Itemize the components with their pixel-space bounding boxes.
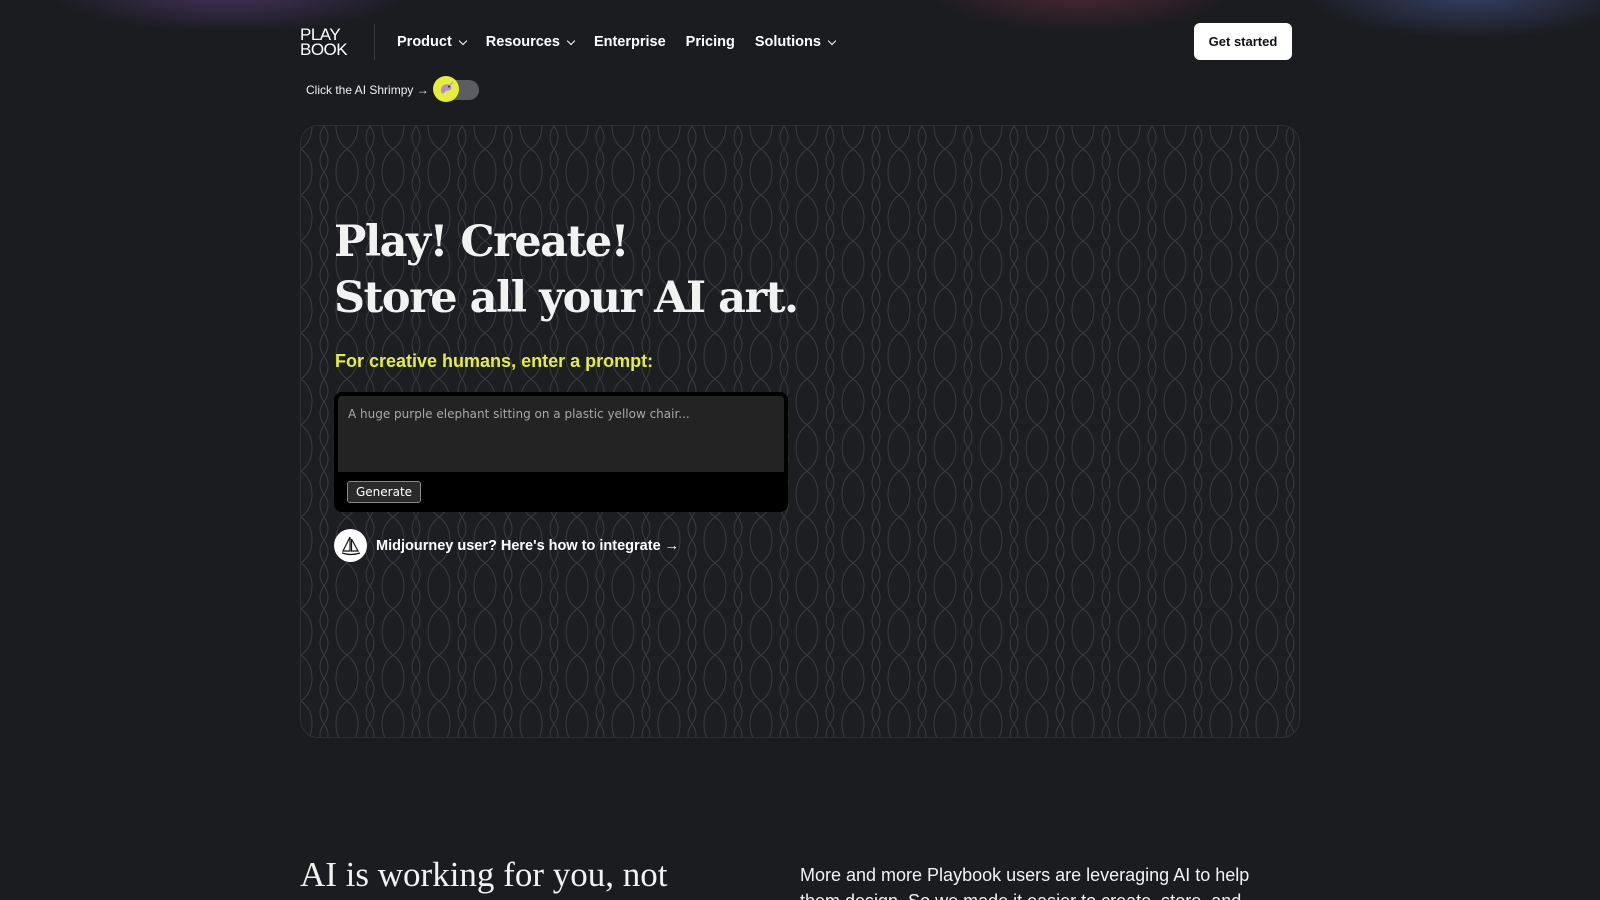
- nav-item-pricing[interactable]: Pricing: [686, 34, 735, 50]
- section-paragraph: More and more Playbook users are leverag…: [800, 865, 1250, 900]
- midjourney-link-text: Midjourney user? Here's how to integrate…: [376, 537, 680, 554]
- generate-button[interactable]: Generate: [347, 481, 422, 503]
- shrimpy-label: Click the AI Shrimpy →: [306, 83, 429, 97]
- hero-title-line-1: Play! Create!: [334, 217, 630, 267]
- nav-item-label: Solutions: [754, 34, 821, 50]
- nav-item-resources[interactable]: Resources: [485, 34, 576, 50]
- nav-item-enterprise[interactable]: Enterprise: [594, 34, 666, 50]
- chevron-down-icon: [827, 36, 837, 45]
- prompt-label: For creative humans, enter a prompt:: [335, 351, 654, 371]
- prompt-box: Generate: [334, 392, 788, 512]
- shrimp-icon: [432, 76, 459, 102]
- get-started-button[interactable]: Get started: [1194, 23, 1292, 60]
- page: PLAY BOOK Product Resources Enterprise P…: [0, 0, 1600, 900]
- nav-item-label: Pricing: [685, 34, 735, 50]
- nav-item-label: Resources: [485, 34, 560, 50]
- nav-item-product[interactable]: Product: [397, 34, 468, 50]
- logo-line-2: BOOK: [300, 40, 348, 59]
- shrimpy-toggle[interactable]: [432, 76, 479, 102]
- hero-section: Play! Create! Store all your AI art. For…: [300, 125, 1300, 738]
- section-heading: AI is working for you, not: [300, 855, 668, 894]
- prompt-input[interactable]: [338, 396, 784, 472]
- midjourney-sailboat-icon: [334, 529, 367, 562]
- hero-title: Play! Create! Store all your AI art.: [334, 214, 799, 326]
- nav-item-label: Enterprise: [593, 34, 666, 50]
- chevron-down-icon: [458, 36, 468, 45]
- top-nav: PLAY BOOK Product Resources Enterprise P…: [300, 22, 1292, 62]
- nav-item-solutions[interactable]: Solutions: [754, 34, 837, 50]
- playbook-logo[interactable]: PLAY BOOK: [300, 26, 360, 59]
- nav-item-label: Product: [397, 34, 452, 50]
- hero-title-line-2: Store all your AI art.: [334, 273, 799, 323]
- nav-divider: [374, 24, 375, 60]
- chevron-down-icon: [566, 36, 576, 45]
- shrimpy-toggle-row: Click the AI Shrimpy →: [306, 76, 479, 102]
- midjourney-integration-link[interactable]: Midjourney user? Here's how to integrate…: [334, 529, 679, 562]
- nav-links: Product Resources Enterprise Pricing Sol…: [397, 34, 855, 50]
